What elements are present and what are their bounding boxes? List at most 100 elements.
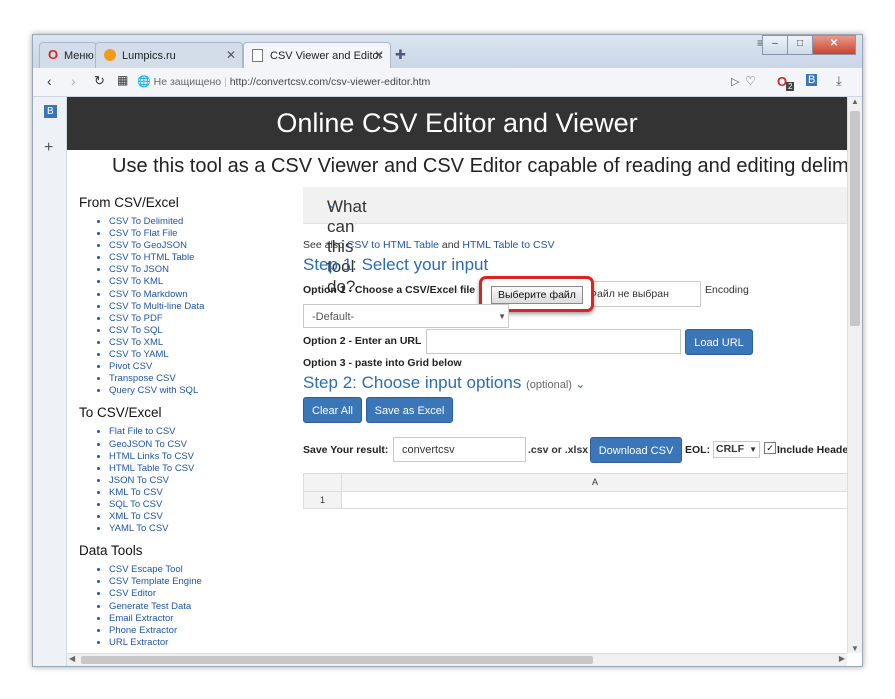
nav-link[interactable]: CSV To Multi-line Data [109, 301, 297, 313]
nav-link[interactable]: HTML Table To CSV [109, 463, 297, 475]
forward-icon[interactable]: › [71, 73, 76, 89]
h-scroll-thumb[interactable] [81, 656, 593, 664]
save-as-excel-button[interactable]: Save as Excel [366, 397, 453, 423]
tab-lumpics[interactable]: Lumpics.ru ✕ [95, 42, 243, 68]
reload-icon[interactable]: ↻ [94, 73, 105, 89]
nav-link[interactable]: CSV To PDF [109, 313, 297, 325]
nav-link[interactable]: CSV To KML [109, 276, 297, 288]
nav-link[interactable]: CSV Template Engine [109, 576, 297, 588]
load-url-button[interactable]: Load URL [685, 329, 753, 355]
nav-link[interactable]: CSV To Flat File [109, 228, 297, 240]
extension-label: .csv or .xlsx [528, 444, 589, 456]
nav-link[interactable]: Generate Test Data [109, 601, 297, 613]
nav-list-data-tools: CSV Escape ToolCSV Template EngineCSV Ed… [77, 564, 297, 649]
minimize-button[interactable]: – [762, 35, 788, 55]
dropdown-arrow-icon: ▼ [749, 445, 757, 454]
option2-label: Option 2 - Enter an URL [303, 335, 422, 347]
addon-badge: 2 [786, 82, 795, 91]
chevron-down-icon: ⌄ [571, 377, 586, 391]
grid-row-header[interactable]: 1 [304, 492, 342, 508]
translate-icon[interactable]: B [806, 74, 818, 86]
nav-link[interactable]: CSV To YAML [109, 349, 297, 361]
url-text: http://convertcsv.com/csv-viewer-editor.… [229, 76, 431, 88]
scroll-left-icon[interactable]: ◀ [69, 654, 75, 663]
nav-link[interactable]: XML To CSV [109, 511, 297, 523]
nav-link[interactable]: SQL To CSV [109, 499, 297, 511]
tab-label: CSV Viewer and Editor [270, 50, 383, 62]
encoding-select[interactable]: -Default- ▼ [303, 304, 509, 328]
nav-link[interactable]: CSV To GeoJSON [109, 240, 297, 252]
what-can-this-tool-do-toggle[interactable]: What can this tool do? ⌄ [303, 187, 847, 296]
translate-sidebar-icon[interactable]: B [44, 105, 57, 118]
nav-link[interactable]: CSV To Markdown [109, 289, 297, 301]
nav-link[interactable]: CSV Editor [109, 588, 297, 600]
nav-link[interactable]: CSV To SQL [109, 325, 297, 337]
nav-link[interactable]: Email Extractor [109, 613, 297, 625]
html-to-csv-link[interactable]: HTML Table to CSV [462, 239, 554, 251]
nav-link[interactable]: JSON To CSV [109, 475, 297, 487]
nav-list-from-csv: CSV To DelimitedCSV To Flat FileCSV To G… [77, 216, 297, 397]
eol-select[interactable]: CRLF ▼ [713, 441, 760, 458]
send-icon[interactable]: ▷ [731, 75, 739, 88]
page-banner: Online CSV Editor and Viewer [67, 97, 847, 150]
new-tab-icon[interactable]: ✚ [395, 47, 406, 63]
grid-column-header[interactable]: A [342, 474, 847, 492]
speed-dial-icon[interactable]: ▦ [117, 73, 128, 87]
scroll-right-icon[interactable]: ▶ [839, 654, 845, 663]
clear-all-button[interactable]: Clear All [303, 397, 362, 423]
nav-link[interactable]: CSV To Delimited [109, 216, 297, 228]
include-header-checkbox[interactable]: ✓ [764, 442, 776, 454]
heart-icon[interactable]: ♡ [745, 74, 756, 88]
nav-link[interactable]: CSV To HTML Table [109, 252, 297, 264]
vertical-scrollbar[interactable]: ▲ ▼ [847, 97, 862, 653]
nav-link[interactable]: CSV To JSON [109, 264, 297, 276]
nav-list-to-csv: Flat File to CSVGeoJSON To CSVHTML Links… [77, 426, 297, 535]
nav-heading: Data Tools [79, 543, 143, 559]
opera-logo-icon: O [48, 47, 59, 62]
download-csv-button[interactable]: Download CSV [590, 437, 682, 463]
scroll-thumb[interactable] [850, 111, 860, 326]
tab-csv-viewer[interactable]: CSV Viewer and Editor ✕ [243, 42, 391, 68]
nav-link[interactable]: Transpose CSV [109, 373, 297, 385]
nav-link[interactable]: KML To CSV [109, 487, 297, 499]
nav-link[interactable]: HTML Links To CSV [109, 451, 297, 463]
nav-link[interactable]: URL Extractor [109, 637, 297, 649]
nav-link[interactable]: Pivot CSV [109, 361, 297, 373]
browser-sidebar: B + [33, 97, 67, 666]
step2-optional: (optional) [526, 379, 572, 391]
scroll-down-icon[interactable]: ▼ [851, 644, 859, 653]
choose-file-button[interactable]: Выберите файл [491, 286, 583, 304]
left-navigation: From CSV/Excel CSV To DelimitedCSV To Fl… [77, 195, 297, 653]
filename-input[interactable]: convertcsv [393, 437, 526, 462]
url-input[interactable] [426, 329, 681, 354]
scroll-up-icon[interactable]: ▲ [851, 97, 859, 106]
maximize-button[interactable]: □ [787, 35, 813, 55]
horizontal-scrollbar[interactable]: ◀ ▶ [67, 653, 847, 666]
option1-label: Option 1 - Choose a CSV/Excel file [303, 284, 476, 296]
nav-link[interactable]: CSV To XML [109, 337, 297, 349]
csv-to-html-link[interactable]: CSV to HTML Table [347, 239, 439, 251]
nav-link[interactable]: YAML To CSV [109, 523, 297, 535]
see-also-line: See also CSV to HTML Table and HTML Tabl… [303, 239, 555, 251]
add-panel-icon[interactable]: + [44, 139, 53, 157]
browser-window: O Меню Lumpics.ru ✕ CSV Viewer and Edito… [32, 34, 863, 667]
close-tab-icon[interactable]: ✕ [226, 48, 236, 62]
close-window-button[interactable]: ✕ [812, 35, 856, 55]
tab-label: Меню [64, 50, 94, 62]
nav-link[interactable]: GeoJSON To CSV [109, 439, 297, 451]
tab-menu[interactable]: O Меню [39, 42, 97, 68]
nav-link[interactable]: Phone Extractor [109, 625, 297, 637]
address-bar[interactable]: 🌐 Не защищено | http://convertcsv.com/cs… [137, 72, 763, 92]
see-also-text: See also [303, 239, 344, 251]
download-icon[interactable]: ⤓ [836, 73, 842, 89]
step1-title: Step 1: Select your input [303, 255, 489, 274]
back-icon[interactable]: ‹ [47, 73, 52, 89]
close-tab-icon[interactable]: ✕ [374, 48, 384, 62]
step2-title[interactable]: Step 2: Choose input options (optional) … [303, 373, 585, 393]
and-text: and [441, 239, 460, 251]
nav-link[interactable]: Flat File to CSV [109, 426, 297, 438]
step2-title-text: Step 2: Choose input options [303, 373, 522, 392]
nav-link[interactable]: Query CSV with SQL [109, 385, 297, 397]
data-grid[interactable]: A 1 [303, 473, 847, 509]
nav-link[interactable]: CSV Escape Tool [109, 564, 297, 576]
